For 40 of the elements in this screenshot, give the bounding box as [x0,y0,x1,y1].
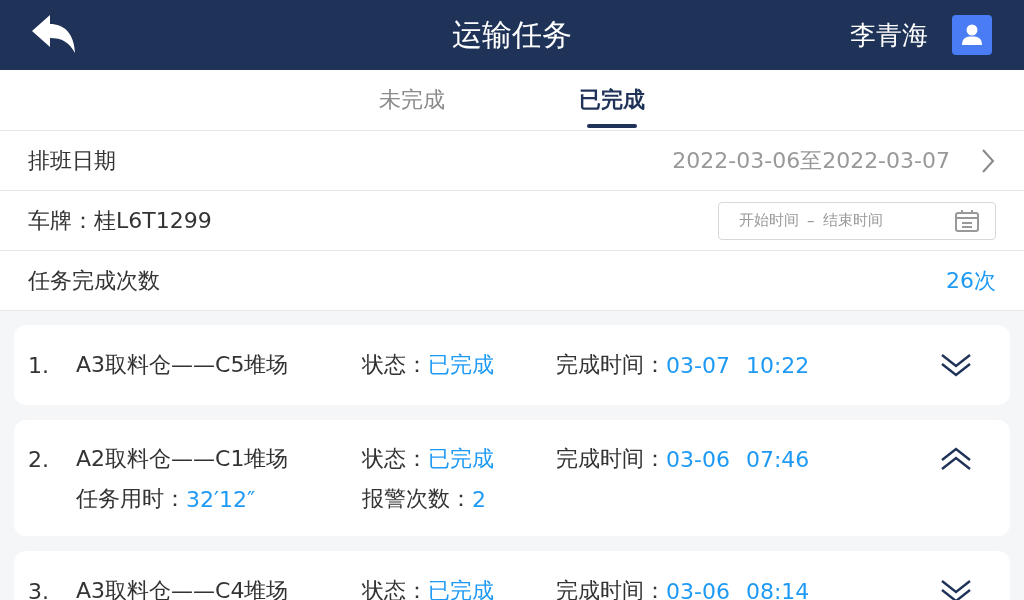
task-index: 1. [28,352,50,378]
double-chevron-up-icon [940,445,972,473]
task-duration: 32′12″ [186,486,256,512]
task-card[interactable]: 2. A2取料仓——C1堆场 状态：已完成 完成时间：03-06 07:46 任务用时：32′12″ 报警次数：2 [14,420,1010,536]
alarm-label: 报警次数： [362,485,472,513]
plate-label: 车牌：桂L6T1299 [28,206,212,235]
double-chevron-down-icon [940,577,972,600]
user-icon [961,24,983,46]
task-status: 已完成 [428,351,494,379]
finish-date: 03-06 [666,578,730,600]
task-status: 已完成 [428,577,494,600]
schedule-label: 排班日期 [28,146,116,175]
duration-label: 任务用时： [76,485,186,513]
status-label: 状态： [362,351,428,379]
finish-date: 03-07 [666,352,730,378]
chevron-right-icon[interactable] [980,147,996,174]
double-chevron-down-icon [940,351,972,379]
finish-date: 03-06 [666,446,730,472]
schedule-date-range: 2022-03-06至2022-03-07 [672,146,950,175]
page-title: 运输任务 [451,15,573,54]
finish-time-label: 完成时间： [556,351,666,379]
task-route: A2取料仓——C1堆场 [76,445,290,473]
task-card[interactable]: 1. A3取料仓——C5堆场 状态：已完成 完成时间：03-07 10:22 [14,325,1010,405]
task-index: 2. [28,446,50,472]
finish-time-label: 完成时间： [556,445,666,473]
calendar-icon [955,209,979,232]
user-name: 李青海 [850,18,928,52]
finish-time: 07:46 [745,446,810,472]
tab[interactable]: 已完成 [579,70,645,130]
finish-time: 08:14 [745,578,810,600]
task-index: 3. [28,578,50,600]
avatar-button[interactable] [952,15,992,55]
task-route: A3取料仓——C5堆场 [76,351,290,379]
task-status: 已完成 [428,445,494,473]
completed-count: 26次 [946,266,996,295]
completed-count-label: 任务完成次数 [28,266,160,295]
alarm-count: 2 [472,486,486,512]
back-icon[interactable] [32,15,76,55]
finish-time: 10:22 [745,352,810,378]
status-label: 状态： [362,445,428,473]
